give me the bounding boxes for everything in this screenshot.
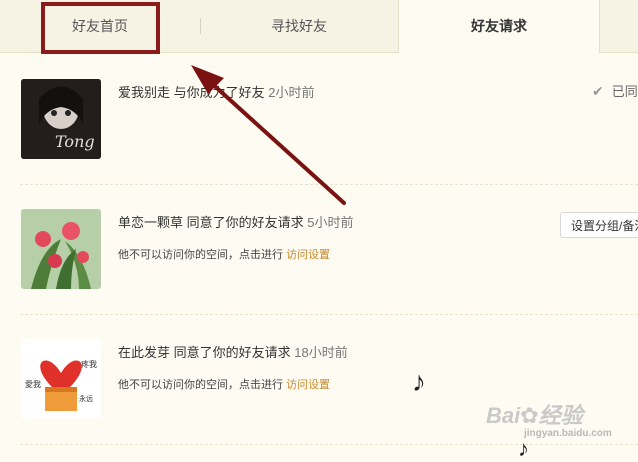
request-time: 18小时前 — [294, 345, 348, 360]
request-line: 爱我别走 与你成为了好友 2小时前 — [118, 82, 315, 101]
request-action: 同意了你的好友请求 — [186, 215, 304, 230]
avatar-image: 愛我 疼我 永远 — [21, 339, 101, 419]
row-divider — [20, 314, 638, 315]
avatar[interactable] — [21, 209, 101, 289]
request-note: 他不可以访问你的空间，点击进行 访问设置 — [118, 246, 330, 262]
music-note-icon: ♪ — [518, 436, 529, 461]
request-status: ✔ 已同 — [592, 81, 638, 100]
tab-find-friends[interactable]: 寻找好友 — [200, 0, 398, 52]
watermark-brand: Bai — [486, 403, 521, 428]
svg-text:愛我: 愛我 — [25, 379, 41, 389]
request-action: 同意了你的好友请求 — [173, 345, 291, 360]
access-settings-link[interactable]: 访问设置 — [286, 249, 330, 261]
music-note-icon: ♪ — [412, 366, 426, 397]
friend-name[interactable]: 爱我别走 — [118, 85, 170, 100]
request-action: 与你成为了好友 — [173, 85, 265, 100]
avatar-image — [21, 209, 101, 289]
watermark-url: jingyan.baidu.com — [524, 428, 612, 439]
access-settings-link[interactable]: 访问设置 — [286, 379, 330, 391]
request-time: 5小时前 — [307, 215, 354, 230]
paw-icon: ✿ — [520, 403, 539, 428]
watermark-brand-suffix: 经验 — [538, 403, 583, 428]
annotation-highlight-box — [41, 2, 160, 54]
tab-friend-requests[interactable]: 好友请求 — [398, 0, 600, 53]
request-line: 在此发芽 同意了你的好友请求 18小时前 — [118, 342, 348, 361]
svg-text:疼我: 疼我 — [81, 359, 97, 369]
friend-name[interactable]: 在此发芽 — [118, 345, 170, 360]
check-icon: ✔ — [592, 83, 604, 99]
svg-text:永远: 永远 — [79, 394, 93, 403]
note-text: 他不可以访问你的空间，点击进行 — [118, 249, 283, 261]
request-time: 2小时前 — [268, 85, 315, 100]
avatar[interactable]: 愛我 疼我 永远 — [21, 339, 101, 419]
svg-text:Tong: Tong — [55, 132, 95, 151]
row-divider — [20, 444, 638, 445]
status-label: 已同 — [611, 84, 638, 99]
request-note: 他不可以访问你的空间，点击进行 访问设置 — [118, 376, 330, 392]
avatar[interactable]: Tong — [21, 79, 101, 159]
set-group-remark-button[interactable]: 设置分组/备注 — [560, 212, 638, 238]
friend-name[interactable]: 单恋一颗草 — [118, 215, 183, 230]
watermark: Bai✿经验 jingyan.baidu.com — [486, 398, 612, 439]
row-divider — [20, 184, 638, 185]
request-line: 单恋一颗草 同意了你的好友请求 5小时前 — [118, 212, 354, 231]
avatar-image: Tong — [21, 79, 101, 159]
note-text: 他不可以访问你的空间，点击进行 — [118, 379, 283, 391]
